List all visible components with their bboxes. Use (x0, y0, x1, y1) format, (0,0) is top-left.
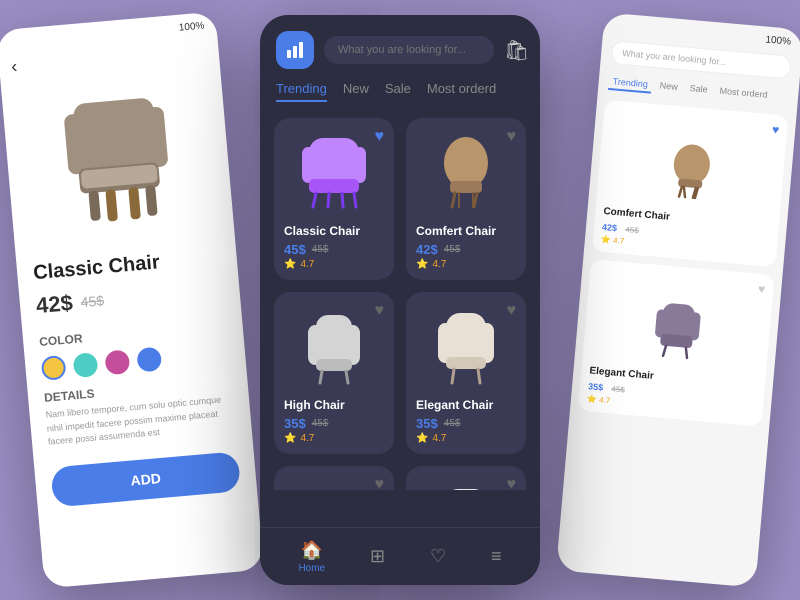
battery-right: 100% (765, 34, 791, 47)
product-img-2 (284, 302, 384, 392)
fav-icon-1[interactable]: ♥ (507, 128, 517, 146)
product-img-5 (416, 476, 516, 490)
fav-icon-0[interactable]: ♥ (375, 128, 385, 146)
card-price-right-1: 42$ (602, 222, 618, 233)
product-prices-3: 35$ 45$ (416, 416, 516, 431)
fav-icon-2[interactable]: ♥ (375, 302, 385, 320)
card-img-right-1 (604, 122, 778, 216)
product-rating-0: ⭐ 4.7 (284, 259, 384, 270)
tab-mostordered-right[interactable]: Most orderd (715, 83, 772, 104)
price-current-left: 42$ (35, 290, 74, 319)
color-purple[interactable] (104, 349, 130, 375)
logo-bar-3 (299, 42, 303, 58)
tab-new-right[interactable]: New (655, 78, 682, 96)
product-img-0 (284, 128, 384, 218)
products-grid: ♥ Classic Chair 45$ 45$ ⭐ 4.7 (260, 110, 540, 490)
tab-mostordered-main[interactable]: Most orderd (427, 81, 496, 102)
nav-grid[interactable]: ⊞ (370, 546, 385, 567)
old-price-3: 45$ (444, 418, 461, 429)
product-rating-3: ⭐ 4.7 (416, 433, 516, 444)
fav-icon-5[interactable]: ♥ (507, 476, 517, 490)
fav-icon-right-1[interactable]: ♥ (771, 122, 779, 137)
product-card-5[interactable]: ♥ Wing Chair (406, 466, 526, 490)
product-img-1 (416, 128, 516, 218)
search-placeholder-right: What you are looking for... (622, 48, 727, 67)
product-name-3: Elegant Chair (416, 398, 516, 412)
color-blue[interactable] (136, 347, 162, 373)
card-old-price-right-1: 45$ (625, 225, 639, 235)
logo-icon (287, 42, 303, 58)
product-name-0: Classic Chair (284, 224, 384, 238)
heart-icon: ♡ (430, 546, 446, 567)
current-price-3: 35$ (416, 416, 438, 431)
product-card-2[interactable]: ♥ High Chair 35$ 45$ ⭐ 4.7 (274, 292, 394, 454)
product-name-2: High Chair (284, 398, 384, 412)
fav-icon-4[interactable]: ♥ (375, 476, 385, 490)
add-to-cart-button[interactable]: ADD (50, 451, 241, 507)
product-img-3 (416, 302, 516, 392)
tab-sale-right[interactable]: Sale (685, 81, 712, 99)
current-price-1: 42$ (416, 242, 438, 257)
product-name-1: Comfert Chair (416, 224, 516, 238)
card-img-right-2 (590, 282, 764, 376)
cart-icon[interactable]: 🛍 (504, 38, 529, 63)
search-input-main[interactable] (324, 36, 494, 64)
main-tabs: Trending New Sale Most orderd (260, 77, 540, 110)
tab-new-main[interactable]: New (343, 81, 369, 102)
old-price-1: 45$ (444, 244, 461, 255)
logo-bar-2 (293, 46, 297, 58)
color-yellow[interactable] (41, 355, 67, 381)
logo-bar-1 (287, 50, 291, 58)
grid-icon: ⊞ (370, 546, 385, 567)
main-panel: 🛍 Trending New Sale Most orderd ♥ (260, 15, 540, 585)
product-cards-right: ♥ Comfert Chair 42$ 45$ ⭐ 4.7 ♥ (570, 95, 797, 431)
bottom-navigation: 🏠 Home ⊞ ♡ ≡ (260, 527, 540, 585)
old-price-0: 45$ (312, 244, 329, 255)
tab-trending-right[interactable]: Trending (608, 74, 652, 94)
product-card-1[interactable]: ♥ Comfert Chair 42$ 45$ ⭐ 4.7 (406, 118, 526, 280)
main-header: 🛍 (260, 15, 540, 77)
price-old-left: 45$ (80, 292, 105, 310)
product-prices-0: 45$ 45$ (284, 242, 384, 257)
product-rating-1: ⭐ 4.7 (416, 259, 516, 270)
old-price-2: 45$ (312, 418, 329, 429)
fav-icon-3[interactable]: ♥ (507, 302, 517, 320)
product-card-4[interactable]: ♥ Nordic Chair (274, 466, 394, 490)
nav-home[interactable]: 🏠 Home (298, 540, 325, 574)
left-panel: 100% ‹ Classic Chair 42$ 45$ COLOR (0, 11, 264, 588)
product-card-3[interactable]: ♥ Elegant Chair 35$ 45$ ⭐ 4.7 (406, 292, 526, 454)
nav-favorites[interactable]: ♡ (430, 546, 446, 567)
logo-button[interactable] (276, 31, 314, 69)
color-teal[interactable] (73, 352, 99, 378)
nav-menu[interactable]: ≡ (491, 546, 502, 567)
fav-icon-right-2[interactable]: ♥ (758, 282, 766, 297)
menu-icon: ≡ (491, 546, 502, 567)
product-rating-2: ⭐ 4.7 (284, 433, 384, 444)
product-img-4 (284, 476, 384, 490)
current-price-2: 35$ (284, 416, 306, 431)
current-price-0: 45$ (284, 242, 306, 257)
product-prices-2: 35$ 45$ (284, 416, 384, 431)
battery-left: 100% (178, 20, 204, 33)
card-comfort-right[interactable]: ♥ Comfert Chair 42$ 45$ ⭐ 4.7 (592, 100, 789, 267)
product-image-left (41, 75, 194, 237)
product-card-0[interactable]: ♥ Classic Chair 45$ 45$ ⭐ 4.7 (274, 118, 394, 280)
tab-sale-main[interactable]: Sale (385, 81, 411, 102)
tab-trending-main[interactable]: Trending (276, 81, 327, 102)
home-label: Home (298, 563, 325, 574)
card-price-right-2: 35$ (588, 381, 604, 392)
product-prices-1: 42$ 45$ (416, 242, 516, 257)
product-price-left: 42$ 45$ (35, 277, 225, 319)
home-icon: 🏠 (301, 540, 323, 561)
card-elegant-right[interactable]: ♥ Elegant Chair 35$ 45$ ⭐ 4.7 (578, 259, 775, 426)
right-panel: 100% What you are looking for... Trendin… (556, 12, 800, 587)
card-old-price-right-2: 45$ (611, 384, 625, 394)
